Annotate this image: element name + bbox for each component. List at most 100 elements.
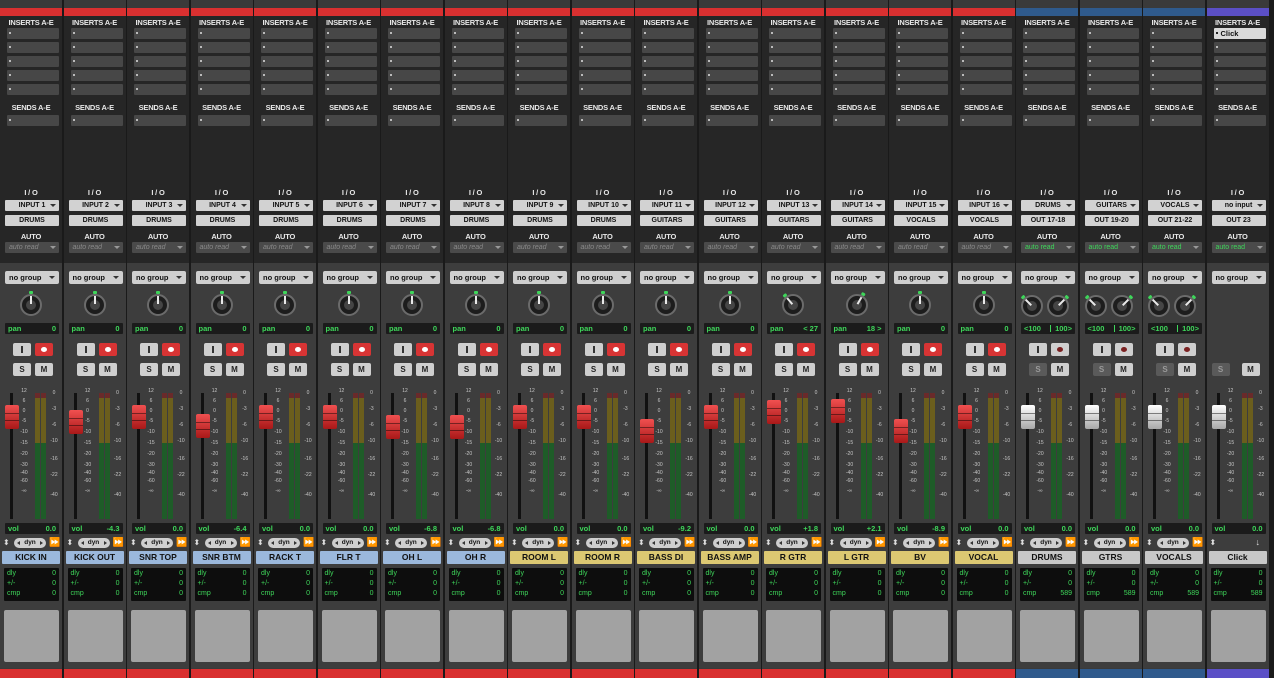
track-name[interactable]: KICK OUT (65, 551, 124, 564)
solo-button[interactable]: S (838, 363, 857, 376)
send-slot[interactable] (1023, 115, 1075, 126)
comments-box[interactable] (829, 610, 885, 662)
send-slot[interactable] (261, 115, 313, 126)
comments-box[interactable] (321, 610, 377, 662)
pan-knob-icon[interactable] (591, 291, 614, 316)
input-monitor-icon[interactable] (203, 343, 222, 356)
comments-box[interactable] (512, 610, 567, 662)
record-enable-icon[interactable] (479, 343, 498, 356)
insert-slot[interactable] (451, 56, 504, 67)
dyn-button[interactable]: dyn (712, 538, 745, 548)
output-selector[interactable]: DRUMS (259, 215, 313, 226)
insert-slot[interactable] (324, 56, 377, 67)
solo-button[interactable]: S (1156, 363, 1174, 376)
insert-slot[interactable] (769, 42, 821, 53)
insert-slot[interactable] (451, 42, 504, 53)
input-monitor-icon[interactable] (1092, 343, 1111, 356)
record-enable-icon[interactable] (162, 343, 180, 356)
mute-button[interactable]: M (162, 363, 180, 376)
track-name[interactable]: DRUMS (1018, 551, 1076, 564)
input-monitor-icon[interactable] (330, 343, 349, 356)
pan-knob-icon[interactable] (1147, 294, 1170, 317)
volume-readout[interactable]: vol 0.0 (1084, 523, 1139, 534)
input-monitor-icon[interactable] (584, 343, 603, 356)
insert-slot[interactable] (197, 28, 250, 39)
group-selector[interactable]: no group (1021, 271, 1075, 284)
volume-readout[interactable]: vol 0.0 (1148, 523, 1202, 534)
input-selector[interactable]: INPUT 2 (68, 200, 123, 211)
insert-slot[interactable] (578, 42, 631, 53)
mute-button[interactable]: M (479, 363, 498, 376)
pan-readout[interactable]: pan 0 (132, 323, 186, 334)
pan-readout[interactable]: pan 0 (576, 323, 631, 334)
input-selector[interactable]: INPUT 4 (195, 200, 250, 211)
volume-readout[interactable]: vol 0.0 (5, 523, 59, 534)
timebase-arrow-icon[interactable]: ⬍ (511, 538, 518, 548)
insert-slot[interactable] (70, 70, 123, 81)
input-selector[interactable]: no input (1211, 200, 1266, 211)
insert-slot[interactable] (1023, 42, 1075, 53)
pan-readout[interactable]: pan 0 (322, 323, 377, 334)
automation-mode-selector[interactable]: auto read (513, 242, 567, 253)
pan-knob-icon[interactable] (20, 291, 42, 316)
insert-slot[interactable] (896, 84, 948, 95)
timebase-arrow-icon[interactable]: ⬍ (829, 538, 836, 548)
insert-slot[interactable] (705, 28, 758, 39)
volume-readout[interactable]: vol 0.0 (957, 523, 1012, 534)
input-selector[interactable]: GUITARS (1084, 200, 1139, 211)
insert-slot[interactable] (388, 70, 440, 81)
timebase-arrow-icon[interactable]: ⬍ (194, 538, 201, 548)
volume-fader[interactable] (132, 405, 146, 429)
insert-slot[interactable] (134, 42, 186, 53)
solo-button[interactable]: S (203, 363, 222, 376)
record-enable-icon[interactable] (416, 343, 434, 356)
volume-readout[interactable]: vol 0.0 (576, 523, 631, 534)
record-enable-icon[interactable] (35, 343, 53, 356)
record-enable-icon[interactable] (1178, 343, 1196, 356)
group-selector[interactable]: no group (1211, 271, 1266, 284)
insert-slot[interactable] (1150, 56, 1202, 67)
comments-box[interactable] (194, 610, 250, 662)
mute-button[interactable]: M (225, 363, 244, 376)
timebase-arrow-icon[interactable]: ⬍ (638, 538, 645, 548)
fast-forward-icon[interactable]: ⏩ (113, 537, 124, 548)
dyn-button[interactable]: dyn (141, 538, 173, 548)
record-enable-icon[interactable] (352, 343, 371, 356)
send-slot[interactable] (832, 115, 885, 126)
volume-readout[interactable]: vol 0.0 (132, 523, 186, 534)
comments-box[interactable] (1210, 610, 1266, 662)
input-monitor-icon[interactable] (1029, 343, 1047, 356)
record-enable-icon[interactable] (1051, 343, 1069, 356)
insert-slot[interactable] (324, 28, 377, 39)
mute-button[interactable]: M (1051, 363, 1069, 376)
mute-button[interactable]: M (416, 363, 434, 376)
mute-button[interactable]: M (797, 363, 815, 376)
down-arrow-icon[interactable]: ↓ (1256, 537, 1261, 548)
group-selector[interactable]: no group (576, 271, 631, 284)
automation-mode-selector[interactable]: auto read (957, 242, 1012, 253)
input-monitor-icon[interactable] (965, 343, 984, 356)
track-name[interactable]: R GTR (764, 551, 822, 564)
track-name[interactable]: VOCALS (1145, 551, 1203, 564)
volume-readout[interactable]: vol -6.8 (449, 523, 504, 534)
timebase-arrow-icon[interactable]: ⬍ (1210, 538, 1217, 548)
insert-slot[interactable] (578, 56, 631, 67)
dyn-button[interactable]: dyn (839, 538, 872, 548)
insert-slot[interactable] (769, 56, 821, 67)
insert-slot[interactable] (896, 56, 948, 67)
record-enable-icon[interactable] (606, 343, 625, 356)
insert-slot[interactable] (832, 28, 885, 39)
comments-box[interactable] (1020, 610, 1075, 662)
volume-fader[interactable] (767, 399, 781, 424)
insert-slot[interactable] (769, 70, 821, 81)
input-selector[interactable]: INPUT 8 (449, 200, 504, 211)
output-selector[interactable]: DRUMS (132, 215, 186, 226)
comments-box[interactable] (766, 610, 821, 662)
insert-slot[interactable] (515, 70, 567, 81)
insert-slot[interactable] (7, 70, 59, 81)
track-name[interactable]: KICK IN (2, 551, 60, 564)
insert-slot[interactable] (769, 84, 821, 95)
fast-forward-icon[interactable]: ⏩ (1129, 537, 1140, 548)
insert-slot[interactable] (642, 28, 694, 39)
insert-slot[interactable] (7, 84, 59, 95)
